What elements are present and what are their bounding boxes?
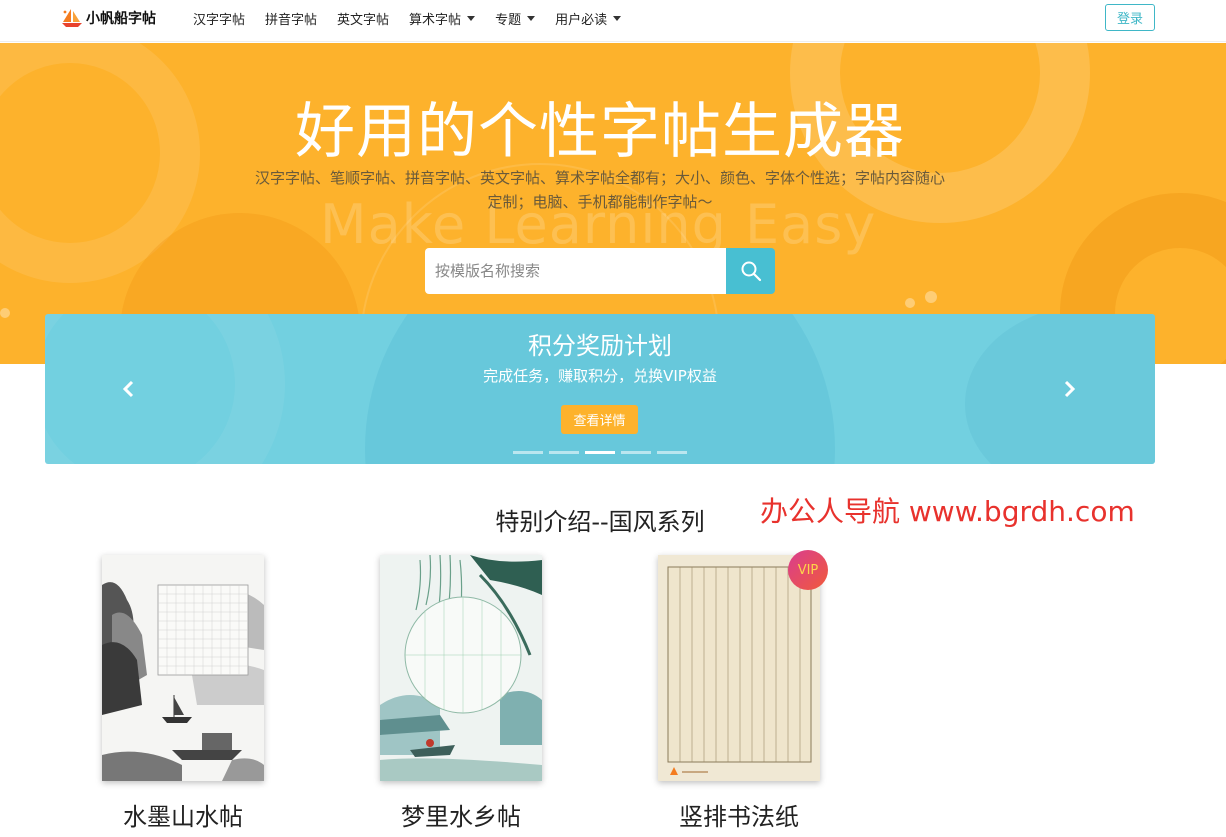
brand[interactable]: 小帆船字帖: [60, 6, 156, 30]
template-card-water-town[interactable]: [380, 555, 542, 781]
chevron-left-icon: [122, 380, 134, 398]
search-button[interactable]: [726, 248, 775, 294]
carousel-indicator[interactable]: [549, 451, 579, 454]
nav-item-arithmetic-dropdown[interactable]: 算术字帖: [399, 9, 485, 28]
caret-down-icon: [467, 15, 476, 21]
nav-item-label: 用户必读: [555, 12, 608, 28]
decorative-dot: [905, 298, 915, 308]
ink-landscape-thumbnail: [102, 555, 264, 781]
vip-badge: VIP: [788, 550, 828, 590]
view-details-button[interactable]: 查看详情: [561, 405, 638, 434]
top-navbar: 小帆船字帖 汉字字帖 拼音字帖 英文字帖 算术字帖 专题 用户必读 登录: [0, 0, 1226, 42]
carousel-prev-button[interactable]: [113, 374, 143, 404]
promo-carousel: 积分奖励计划 完成任务，赚取积分，兑换VIP权益 查看详情: [45, 314, 1155, 464]
carousel-next-button[interactable]: [1055, 374, 1085, 404]
nav-item-label: 汉字字帖: [193, 12, 246, 28]
water-town-thumbnail: [380, 555, 542, 781]
nav-item-english[interactable]: 英文字帖: [327, 9, 399, 28]
nav-item-topics-dropdown[interactable]: 专题: [485, 9, 545, 28]
template-card-vertical-paper[interactable]: [658, 555, 820, 781]
carousel-indicators: [513, 451, 693, 454]
site-watermark: 办公人导航 www.bgrdh.com: [760, 495, 1135, 528]
nav-menu: 汉字字帖 拼音字帖 英文字帖 算术字帖 专题 用户必读: [183, 0, 631, 36]
sailboat-logo-icon: [60, 7, 84, 29]
nav-item-user-guide-dropdown[interactable]: 用户必读: [545, 9, 631, 28]
chevron-right-icon: [1064, 380, 1076, 398]
template-card-label[interactable]: 水墨山水帖: [83, 797, 283, 832]
carousel-indicator[interactable]: [621, 451, 651, 454]
nav-item-label: 拼音字帖: [265, 12, 318, 28]
nav-item-label: 英文字帖: [337, 12, 390, 28]
brand-name: 小帆船字帖: [86, 11, 156, 27]
nav-item-label: 专题: [495, 12, 522, 28]
caret-down-icon: [613, 15, 622, 21]
nav-item-pinyin[interactable]: 拼音字帖: [255, 9, 327, 28]
nav-item-hanzi[interactable]: 汉字字帖: [183, 9, 255, 28]
carousel-indicator-active[interactable]: [585, 451, 615, 454]
section-title: 特别介绍--国风系列: [495, 508, 705, 536]
carousel-indicator[interactable]: [657, 451, 687, 454]
template-card-label[interactable]: 竖排书法纸: [639, 797, 839, 832]
template-search: [425, 248, 775, 294]
carousel-title: 积分奖励计划: [528, 332, 672, 360]
caret-down-icon: [527, 15, 536, 21]
decorative-dot: [0, 308, 10, 318]
search-input[interactable]: [425, 248, 726, 294]
nav-item-label: 算术字帖: [409, 12, 462, 28]
hero-subtitle: 汉字字帖、笔顺字帖、拼音字帖、英文字帖、算术字帖全都有；大小、颜色、字体个性选；…: [254, 169, 945, 211]
search-icon: [741, 261, 761, 282]
carousel-indicator[interactable]: [513, 451, 543, 454]
decorative-dot: [925, 291, 937, 303]
template-card-ink-landscape[interactable]: [102, 555, 264, 781]
login-button[interactable]: 登录: [1105, 4, 1155, 31]
carousel-subtitle: 完成任务，赚取积分，兑换VIP权益: [483, 367, 717, 385]
hero-title: 好用的个性字帖生成器: [295, 97, 905, 167]
vertical-paper-thumbnail: [658, 555, 820, 781]
template-card-label[interactable]: 梦里水乡帖: [361, 797, 561, 832]
